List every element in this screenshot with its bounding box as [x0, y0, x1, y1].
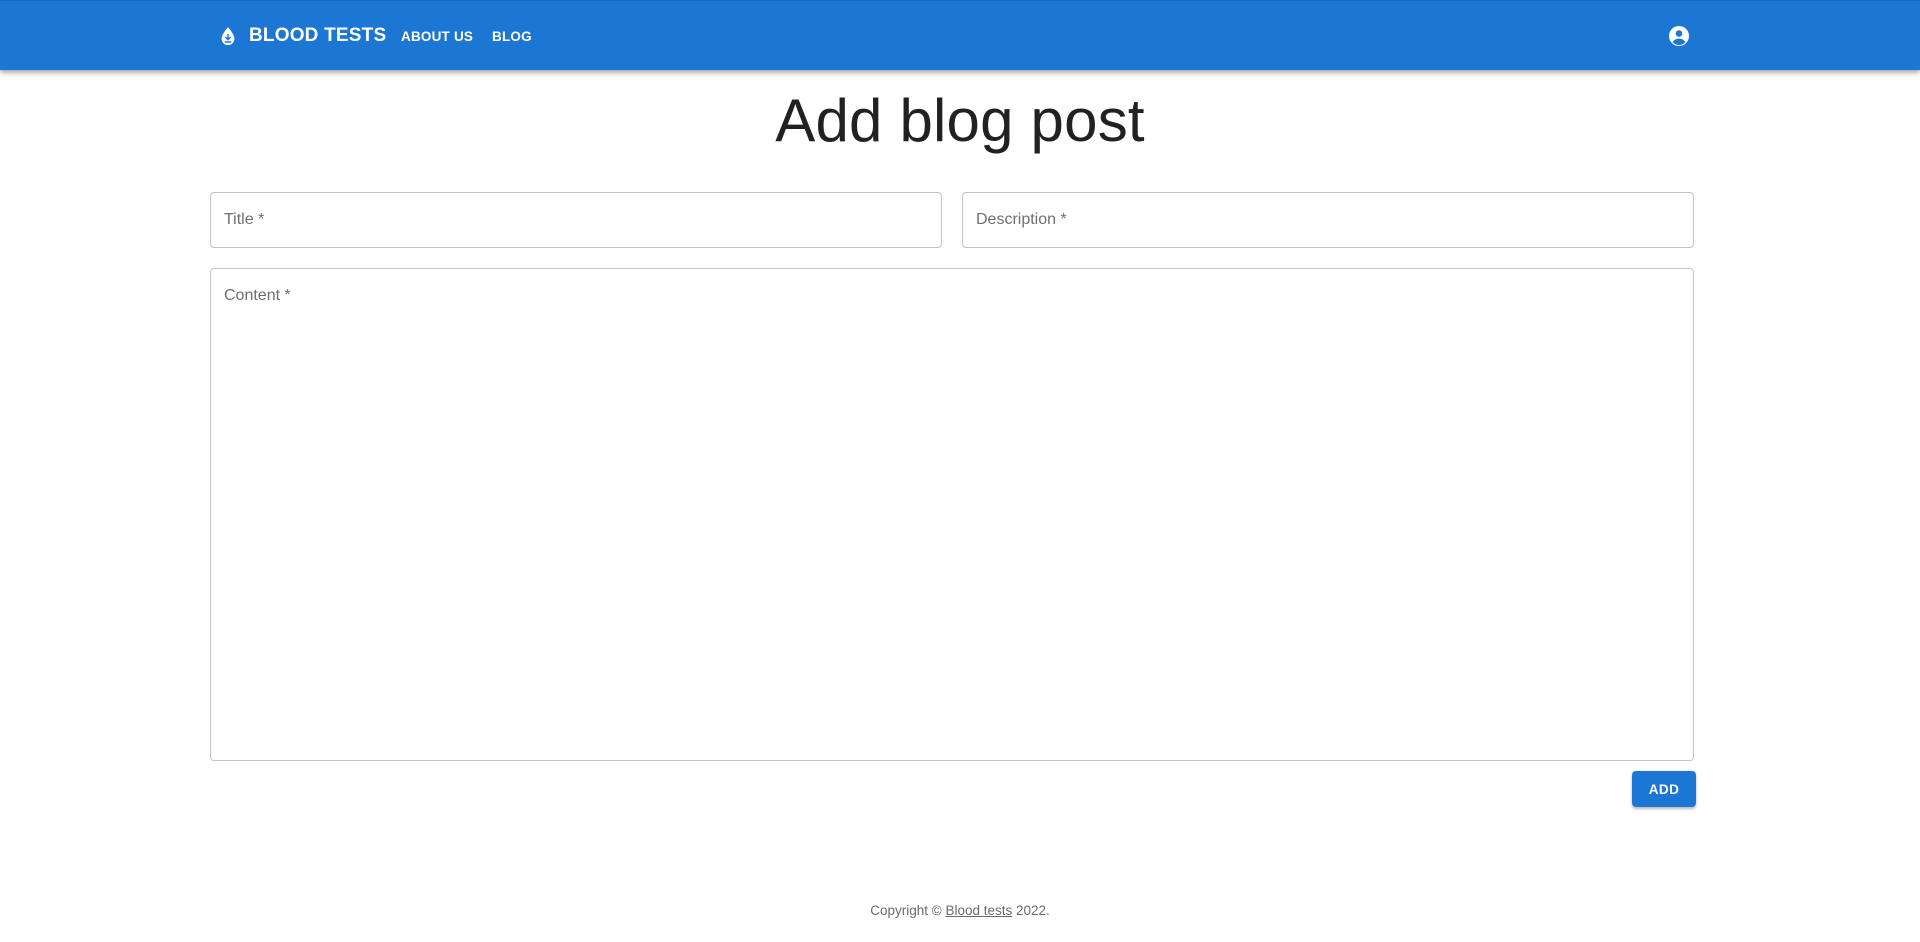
footer: Copyright © Blood tests 2022. — [0, 903, 1920, 918]
description-field[interactable]: Description * — [962, 192, 1694, 248]
add-button[interactable]: ADD — [1632, 771, 1696, 807]
brand-link[interactable]: BLOOD TESTS — [217, 1, 386, 71]
nav-blog[interactable]: BLOG — [492, 1, 532, 71]
footer-copyright-suffix: 2022. — [1012, 903, 1050, 918]
page-title: Add blog post — [775, 87, 1145, 154]
app-bar: BLOOD TESTS ABOUT US BLOG — [0, 0, 1920, 70]
nav-about-us[interactable]: ABOUT US — [401, 1, 473, 71]
blood-drop-icon — [217, 25, 239, 47]
title-input[interactable] — [211, 193, 941, 247]
content-textarea[interactable] — [211, 269, 1693, 760]
title-field[interactable]: Title * — [210, 192, 942, 248]
account-circle-icon — [1669, 26, 1689, 46]
footer-copyright-prefix: Copyright © — [870, 903, 946, 918]
brand-label: BLOOD TESTS — [249, 25, 387, 46]
footer-blood-tests-link[interactable]: Blood tests — [945, 903, 1012, 918]
description-input[interactable] — [963, 193, 1693, 247]
content-field[interactable]: Content * — [210, 268, 1694, 761]
account-button[interactable] — [1667, 24, 1691, 48]
